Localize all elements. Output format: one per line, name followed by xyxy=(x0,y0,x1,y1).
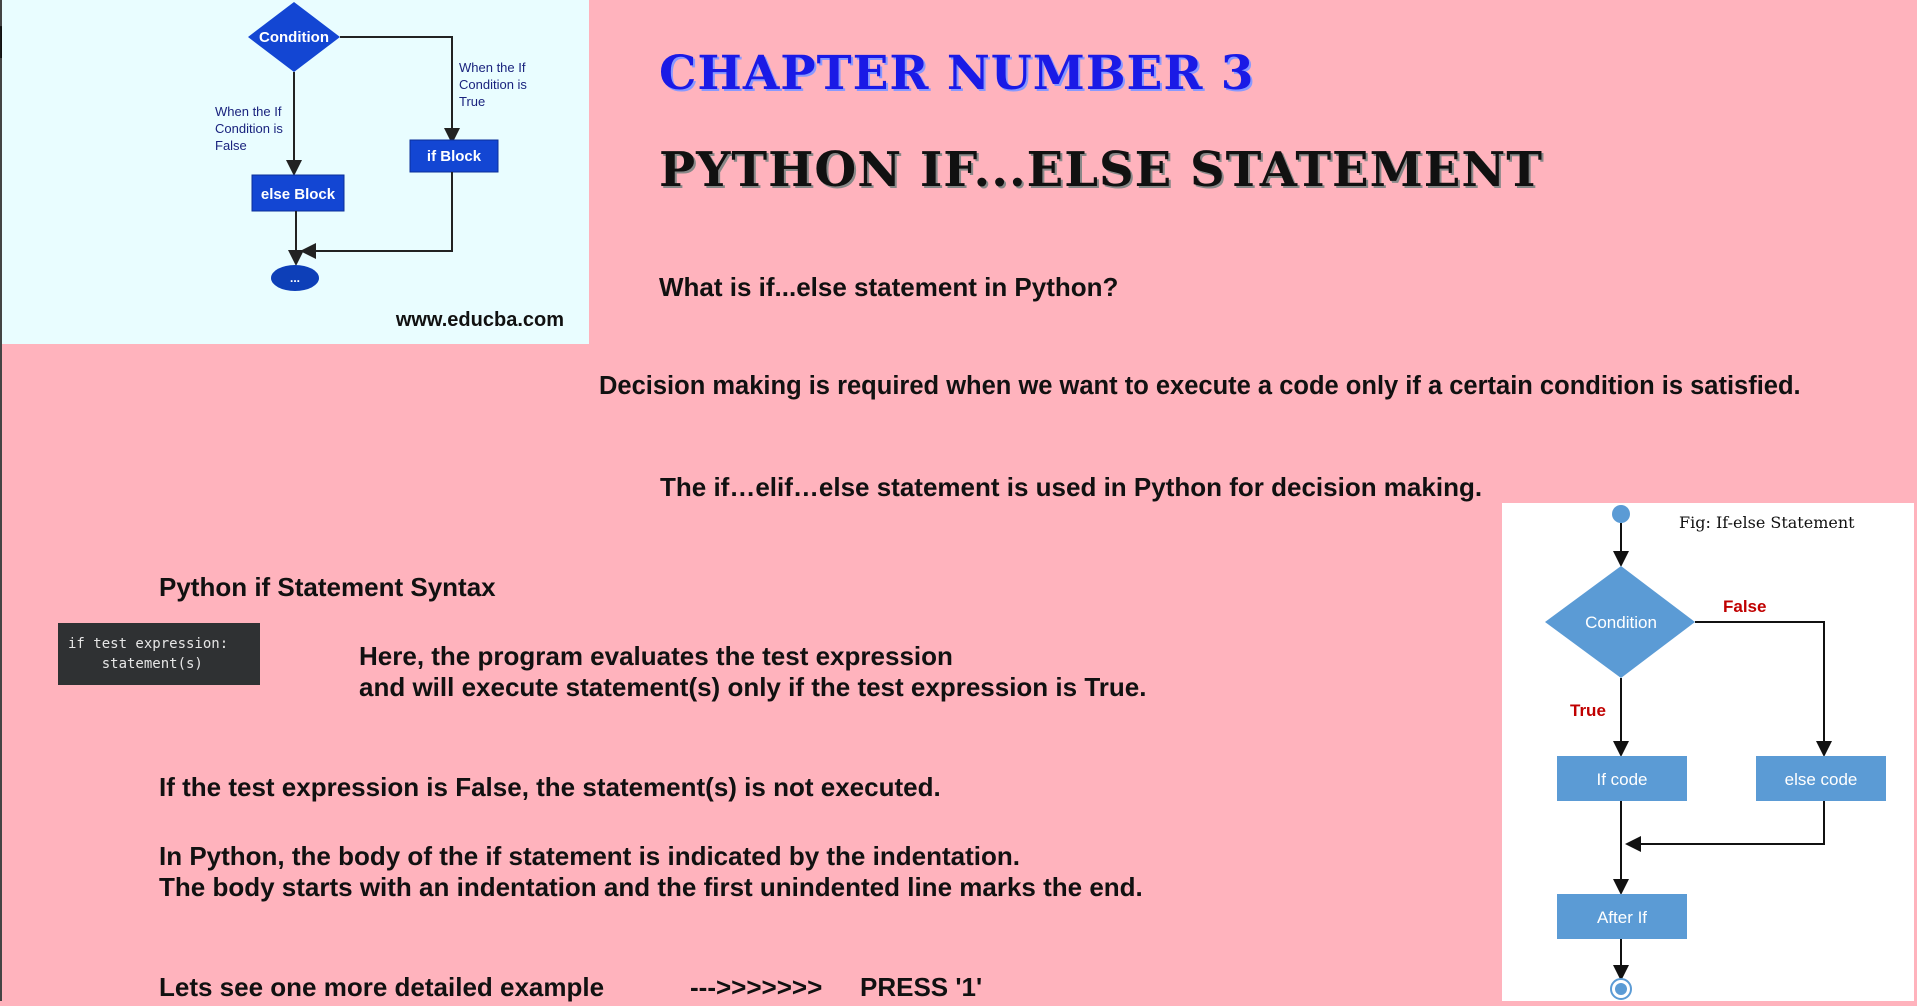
section-title: PYTHON IF...ELSE STATEMENT xyxy=(659,142,1543,198)
explanation-line-1: Here, the program evaluates the test exp… xyxy=(359,641,953,671)
true-arrow xyxy=(340,36,460,144)
else-merge-arrow xyxy=(1625,801,1825,852)
false-label: False xyxy=(1723,597,1766,616)
press-1-prompt[interactable]: PRESS '1' xyxy=(860,972,982,1003)
right-flowchart-image: Fig: If-else Statement Condition False T… xyxy=(1502,503,1914,1001)
right-flowchart-svg: Fig: If-else Statement Condition False T… xyxy=(1545,505,1886,1000)
true-label: True xyxy=(1570,701,1606,720)
question-heading: What is if...else statement in Python? xyxy=(659,272,1119,302)
false-label-line3: False xyxy=(215,138,247,153)
if-code-label: If code xyxy=(1596,770,1647,789)
false-note: If the test expression is False, the sta… xyxy=(159,772,941,802)
true-label-line3: True xyxy=(459,94,485,109)
chapter-title: CHAPTER NUMBER 3 xyxy=(659,46,1255,101)
code-block: if test expression: statement(s) xyxy=(58,623,260,685)
true-label-line2: Condition is xyxy=(459,77,527,92)
false-arrow xyxy=(1695,621,1832,757)
condition-label: Condition xyxy=(1585,613,1657,632)
else-block-label: else Block xyxy=(261,186,336,203)
end-node-inner xyxy=(1615,983,1627,995)
indent-note-line-2: The body starts with an indentation and … xyxy=(159,872,1143,902)
after-if-label: After If xyxy=(1597,908,1647,927)
else-code-label: else code xyxy=(1785,770,1858,789)
usage-text: The if…elif…else statement is used in Py… xyxy=(660,472,1483,502)
top-flowchart-svg: Condition When the If Condition is True … xyxy=(215,2,564,331)
false-label-line1: When the If xyxy=(215,104,282,119)
syntax-heading: Python if Statement Syntax xyxy=(159,572,496,602)
source-credit: www.educba.com xyxy=(395,309,564,331)
explanation-line-2: and will execute statement(s) only if th… xyxy=(359,672,1147,702)
figure-caption: Fig: If-else Statement xyxy=(1679,513,1855,532)
end-node-label: ... xyxy=(290,271,300,285)
if-block-label: if Block xyxy=(427,148,482,165)
next-example-text: Lets see one more detailed example xyxy=(159,972,605,1002)
false-label-line2: Condition is xyxy=(215,121,283,136)
start-node xyxy=(1612,505,1630,523)
top-flowchart-image: Condition When the If Condition is True … xyxy=(2,0,589,344)
next-example-arrow: --->>>>>>> xyxy=(690,972,823,1002)
condition-label: Condition xyxy=(259,29,329,46)
true-label-line1: When the If xyxy=(459,60,526,75)
definition-text: Decision making is required when we want… xyxy=(599,372,1801,400)
indent-note-line-1: In Python, the body of the if statement … xyxy=(159,841,1020,871)
